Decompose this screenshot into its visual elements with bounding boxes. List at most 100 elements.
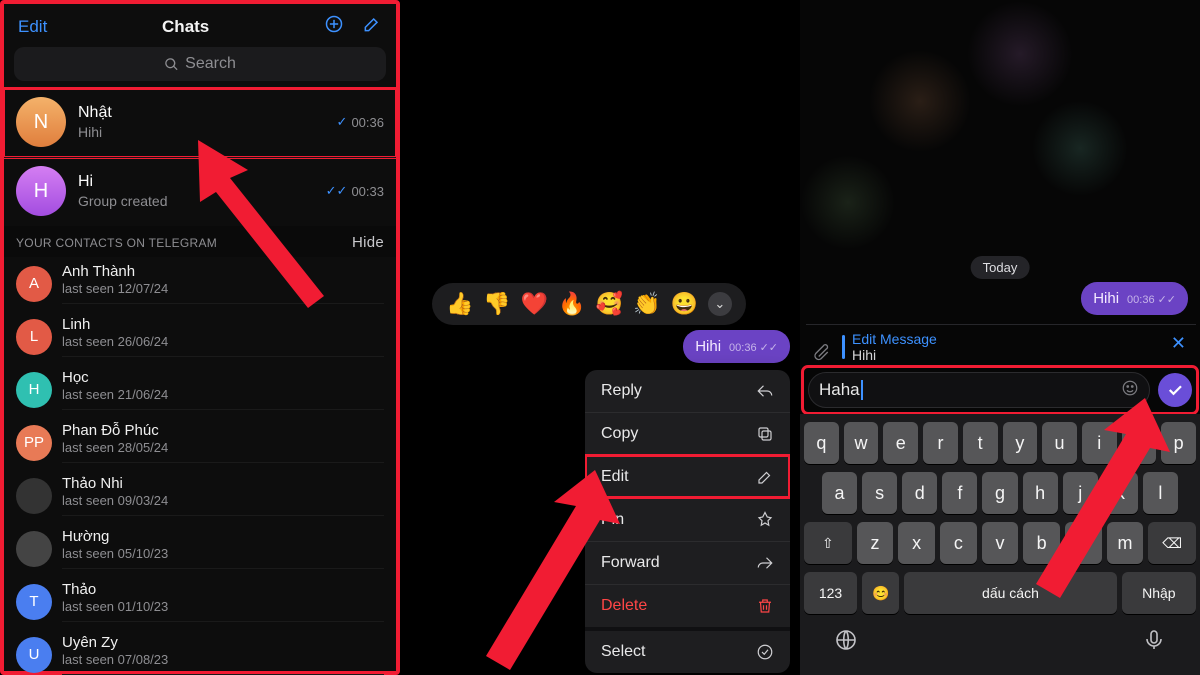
key-a[interactable]: a bbox=[822, 472, 857, 514]
menu-label: Reply bbox=[601, 382, 642, 400]
edit-title: Edit Message bbox=[852, 331, 1188, 347]
menu-label: Select bbox=[601, 643, 645, 661]
hide-button[interactable]: Hide bbox=[352, 234, 384, 251]
contact-status: last seen 01/10/23 bbox=[62, 599, 384, 615]
menu-pin[interactable]: Pin bbox=[585, 498, 790, 541]
reaction-bar[interactable]: 👍 👎 ❤️ 🔥 🥰 👏 😀 ⌄ bbox=[432, 283, 746, 325]
contact-row[interactable]: Thảo Nhilast seen 09/03/24 bbox=[4, 469, 396, 522]
avatar: N bbox=[16, 97, 66, 147]
key-d[interactable]: d bbox=[902, 472, 937, 514]
new-group-icon[interactable] bbox=[324, 14, 344, 39]
menu-select[interactable]: Select bbox=[585, 627, 790, 673]
message-time: 00:36 bbox=[729, 342, 757, 354]
key-enter[interactable]: Nhập bbox=[1122, 572, 1196, 614]
attach-icon[interactable] bbox=[812, 343, 830, 366]
key-123[interactable]: 123 bbox=[804, 572, 857, 614]
avatar: U bbox=[16, 637, 52, 673]
copy-icon bbox=[756, 425, 774, 443]
mic-icon[interactable] bbox=[1142, 628, 1166, 657]
menu-delete[interactable]: Delete bbox=[585, 584, 790, 627]
contact-row[interactable]: PPPhan Đỗ Phúclast seen 28/05/24 bbox=[4, 416, 396, 469]
contact-row[interactable]: Hườnglast seen 05/10/23 bbox=[4, 522, 396, 575]
avatar: A bbox=[16, 266, 52, 302]
forward-icon bbox=[756, 554, 774, 572]
reaction-thumbsup[interactable]: 👍 bbox=[446, 291, 473, 317]
key-k[interactable]: k bbox=[1103, 472, 1138, 514]
key-y[interactable]: y bbox=[1003, 422, 1038, 464]
key-u[interactable]: u bbox=[1042, 422, 1077, 464]
key-l[interactable]: l bbox=[1143, 472, 1178, 514]
key-t[interactable]: t bbox=[963, 422, 998, 464]
contact-status: last seen 07/08/23 bbox=[62, 652, 384, 668]
key-b[interactable]: b bbox=[1023, 522, 1060, 564]
compose-icon[interactable] bbox=[362, 14, 382, 39]
key-space[interactable]: dấu cách bbox=[904, 572, 1116, 614]
key-shift[interactable]: ⇧ bbox=[804, 522, 852, 564]
reaction-heart[interactable]: ❤️ bbox=[521, 291, 548, 317]
contact-name: Học bbox=[62, 369, 384, 387]
key-c[interactable]: c bbox=[940, 522, 977, 564]
reaction-thumbsdown[interactable]: 👎 bbox=[483, 291, 510, 317]
confirm-edit-button[interactable] bbox=[1158, 373, 1192, 407]
edit-button[interactable]: Edit bbox=[18, 17, 47, 37]
contact-name: Phan Đỗ Phúc bbox=[62, 422, 384, 440]
message-bubble[interactable]: Hihi 00:36 ✓✓ bbox=[683, 330, 790, 363]
menu-forward[interactable]: Forward bbox=[585, 541, 790, 584]
reply-icon bbox=[756, 382, 774, 400]
key-f[interactable]: f bbox=[942, 472, 977, 514]
message-text: Hihi bbox=[695, 338, 721, 355]
key-h[interactable]: h bbox=[1023, 472, 1058, 514]
context-menu: Reply Copy Edit Pin Forward Delete bbox=[585, 370, 790, 673]
key-m[interactable]: m bbox=[1107, 522, 1144, 564]
message-input[interactable]: Haha bbox=[808, 372, 1150, 408]
avatar: L bbox=[16, 319, 52, 355]
contact-name: Anh Thành bbox=[62, 263, 384, 281]
key-w[interactable]: w bbox=[844, 422, 879, 464]
edit-message-panel: Edit Message Hihi ✕ bbox=[806, 324, 1196, 367]
contact-name: Thảo Nhi bbox=[62, 475, 384, 493]
reaction-smilehearts[interactable]: 🥰 bbox=[596, 291, 623, 317]
chat-row-hi[interactable]: H Hi Group created ✓✓ 00:33 bbox=[4, 157, 396, 226]
chats-header: Edit Chats bbox=[4, 4, 396, 47]
reaction-clap[interactable]: 👏 bbox=[633, 291, 660, 317]
key-q[interactable]: q bbox=[804, 422, 839, 464]
globe-icon[interactable] bbox=[834, 628, 858, 657]
key-o[interactable]: o bbox=[1122, 422, 1157, 464]
key-r[interactable]: r bbox=[923, 422, 958, 464]
key-backspace[interactable]: ⌫ bbox=[1148, 522, 1196, 564]
reaction-fire[interactable]: 🔥 bbox=[558, 291, 585, 317]
contact-row[interactable]: TThảolast seen 01/10/23 bbox=[4, 575, 396, 628]
emoji-picker-icon[interactable] bbox=[1121, 379, 1139, 402]
contact-row[interactable]: LLinhlast seen 26/06/24 bbox=[4, 310, 396, 363]
date-pill: Today bbox=[971, 256, 1030, 279]
close-icon[interactable]: ✕ bbox=[1171, 333, 1186, 354]
pin-icon bbox=[756, 511, 774, 529]
key-emoji[interactable]: 😊 bbox=[862, 572, 899, 614]
key-x[interactable]: x bbox=[898, 522, 935, 564]
menu-label: Edit bbox=[601, 468, 629, 486]
key-n[interactable]: n bbox=[1065, 522, 1102, 564]
menu-reply[interactable]: Reply bbox=[585, 370, 790, 412]
contact-status: last seen 28/05/24 bbox=[62, 440, 384, 456]
reaction-more-icon[interactable]: ⌄ bbox=[708, 292, 732, 316]
menu-copy[interactable]: Copy bbox=[585, 412, 790, 455]
key-e[interactable]: e bbox=[883, 422, 918, 464]
contact-row[interactable]: UUyên Zylast seen 07/08/23 bbox=[4, 628, 396, 675]
key-j[interactable]: j bbox=[1063, 472, 1098, 514]
key-z[interactable]: z bbox=[857, 522, 894, 564]
reaction-grin[interactable]: 😀 bbox=[670, 291, 697, 317]
chat-row-nhat[interactable]: N Nhật Hihi ✓ 00:36 bbox=[4, 89, 396, 157]
message-bubble[interactable]: Hihi 00:36 ✓✓ bbox=[1081, 282, 1188, 315]
key-s[interactable]: s bbox=[862, 472, 897, 514]
key-v[interactable]: v bbox=[982, 522, 1019, 564]
search-input[interactable]: Search bbox=[14, 47, 386, 81]
key-g[interactable]: g bbox=[982, 472, 1017, 514]
message-time: 00:36 bbox=[1127, 294, 1155, 306]
contact-row[interactable]: HHọclast seen 21/06/24 bbox=[4, 363, 396, 416]
contact-row[interactable]: AAnh Thànhlast seen 12/07/24 bbox=[4, 257, 396, 310]
key-i[interactable]: i bbox=[1082, 422, 1117, 464]
edit-icon bbox=[756, 468, 774, 486]
menu-edit[interactable]: Edit bbox=[585, 455, 790, 498]
search-placeholder: Search bbox=[185, 55, 236, 73]
key-p[interactable]: p bbox=[1161, 422, 1196, 464]
